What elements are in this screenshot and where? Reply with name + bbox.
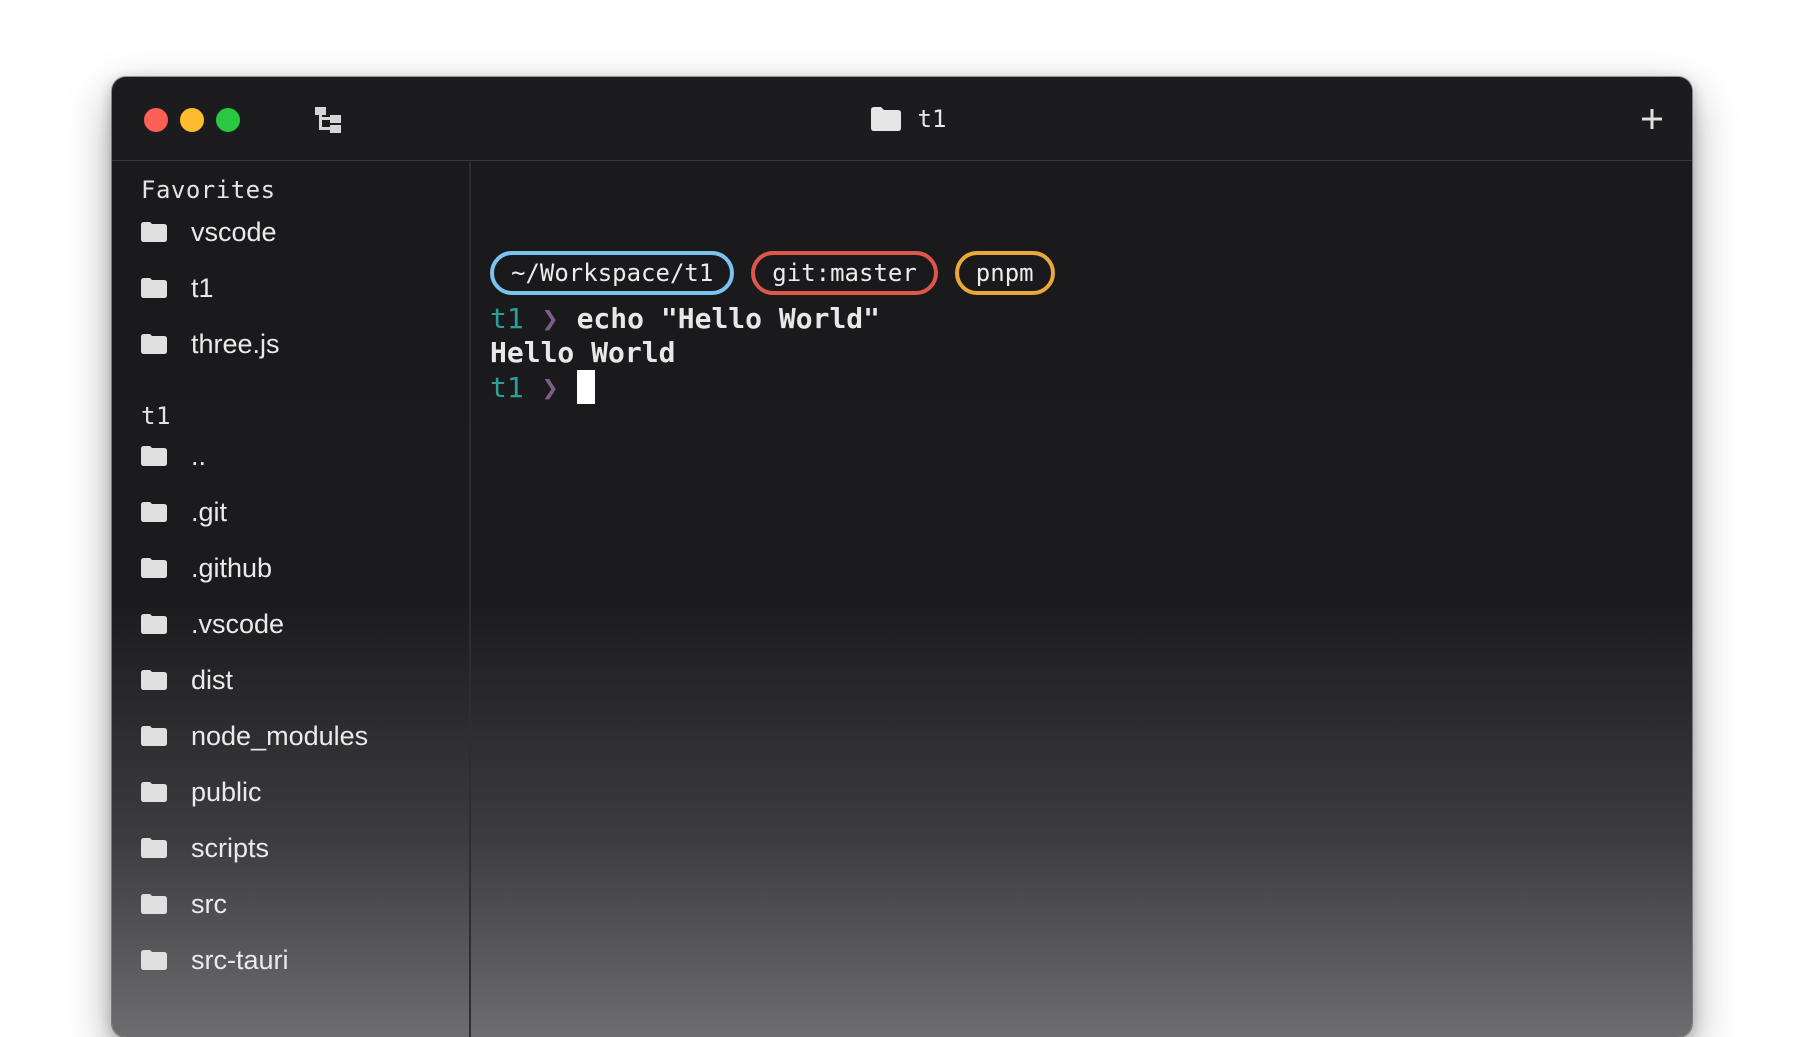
folder-icon [141, 278, 167, 298]
sidebar-item-label: src [191, 888, 227, 919]
sidebar-item-label: .github [191, 552, 273, 583]
current-folder-heading: t1 [141, 402, 171, 430]
folder-icon [141, 334, 167, 354]
sidebar-item-dist[interactable]: dist [141, 660, 233, 700]
sidebar-item-label: src-tauri [191, 944, 289, 975]
sidebar-item-t1[interactable]: t1 [141, 268, 214, 308]
terminal-pane[interactable]: ~/Workspace/t1 git:master pnpm t1 ❯ echo… [473, 162, 1692, 1037]
sidebar-item-node-modules[interactable]: node_modules [141, 716, 368, 756]
sidebar-item-label: .vscode [191, 608, 285, 639]
command-line: t1 ❯ echo "Hello World" [490, 302, 880, 335]
new-tab-plus-icon[interactable] [1636, 103, 1668, 135]
sidebar-item-label: three.js [191, 328, 280, 359]
folder-icon [141, 558, 167, 578]
folder-icon [141, 670, 167, 690]
folder-icon [141, 782, 167, 802]
command-text: echo "Hello World" [576, 302, 881, 335]
sidebar-item-github[interactable]: .github [141, 548, 272, 588]
sidebar-item-scripts[interactable]: scripts [141, 828, 269, 868]
sidebar-item-label: node_modules [191, 720, 369, 751]
sidebar-item-label: scripts [191, 832, 270, 863]
favorites-heading: Favorites [141, 176, 276, 204]
sidebar-item-src-tauri[interactable]: src-tauri [141, 940, 289, 980]
sidebar-item-three-js[interactable]: three.js [141, 324, 280, 364]
sidebar-item-label: t1 [191, 272, 214, 303]
sidebar-item-git[interactable]: .git [141, 492, 227, 532]
title-bar: t1 [112, 77, 1692, 161]
folder-icon [141, 838, 167, 858]
sidebar-item-src[interactable]: src [141, 884, 227, 924]
sidebar-item-label: vscode [191, 216, 277, 247]
folder-icon [870, 107, 901, 131]
folder-icon [141, 950, 167, 970]
git-branch-badge[interactable]: git:master [751, 251, 938, 295]
folder-icon [141, 446, 167, 466]
window-title: t1 [112, 101, 1692, 137]
output-text: Hello World [490, 336, 676, 369]
sidebar: Favorites vscode t1 three.js t1 .. .git … [112, 162, 471, 1037]
package-manager-badge[interactable]: pnpm [954, 251, 1055, 295]
status-badges: ~/Workspace/t1 git:master pnpm [490, 251, 1055, 295]
sidebar-item-vscode[interactable]: vscode [141, 212, 277, 252]
folder-icon [141, 222, 167, 242]
prompt-directory: t1 [490, 302, 524, 335]
folder-icon [141, 726, 167, 746]
folder-icon [141, 894, 167, 914]
prompt-arrow-icon: ❯ [541, 302, 559, 335]
terminal-window: t1 Favorites vscode t1 three.js t1 .. .g… [112, 77, 1692, 1037]
prompt-directory: t1 [490, 370, 524, 404]
active-prompt-line[interactable]: t1 ❯ [490, 370, 595, 404]
folder-icon [141, 614, 167, 634]
sidebar-item-parent[interactable]: .. [141, 436, 206, 476]
sidebar-item-label: dist [191, 664, 234, 695]
folder-icon [141, 502, 167, 522]
window-title-text: t1 [917, 105, 947, 133]
sidebar-item-public[interactable]: public [141, 772, 262, 812]
prompt-arrow-icon: ❯ [541, 370, 559, 404]
text-cursor [576, 370, 595, 404]
sidebar-item-dot-vscode[interactable]: .vscode [141, 604, 284, 644]
command-output: Hello World [490, 336, 675, 369]
path-badge[interactable]: ~/Workspace/t1 [490, 251, 735, 295]
sidebar-item-label: .git [191, 496, 228, 527]
sidebar-item-label: .. [191, 440, 207, 471]
sidebar-item-label: public [191, 776, 262, 807]
